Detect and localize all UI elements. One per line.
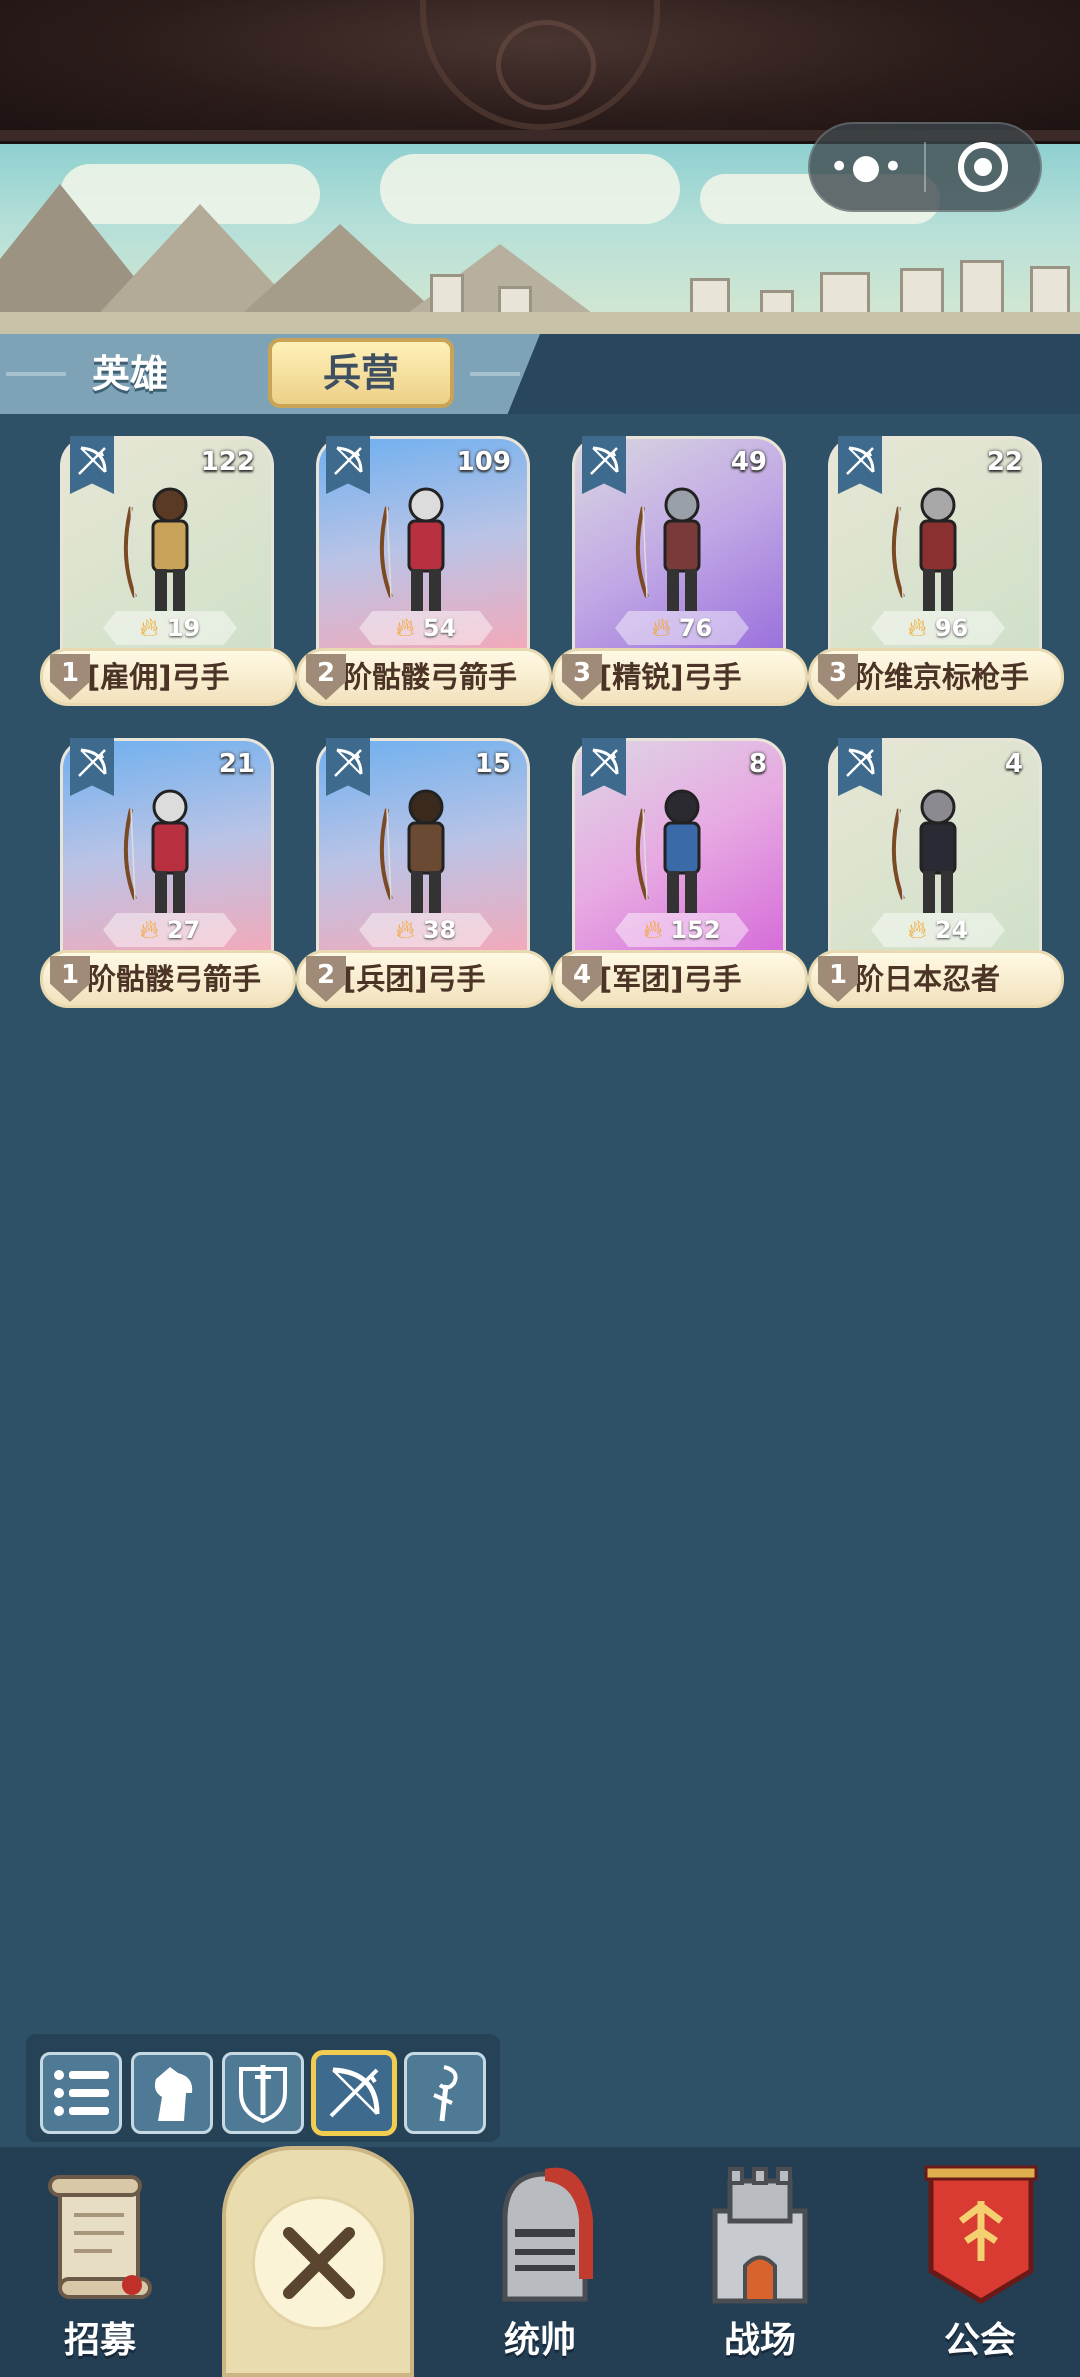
unit-card[interactable]: 🔥︎ 76 49 [精锐]弓手 3	[552, 436, 808, 721]
guild-banner-icon	[924, 2165, 1038, 2304]
unit-figure	[627, 779, 737, 929]
unit-name: 阶日本忍者	[855, 962, 1001, 996]
flame-icon: 🔥︎	[907, 914, 927, 945]
unit-power: 19	[166, 614, 201, 642]
unit-card[interactable]: 🔥︎ 19 122 [雇佣]弓手 1	[40, 436, 296, 721]
tab-hero[interactable]: 英雄	[40, 340, 220, 408]
staff-icon[interactable]	[404, 2052, 486, 2134]
unit-power: 76	[678, 614, 713, 642]
nav-commander-label: 统帅	[503, 2320, 576, 2361]
flame-icon: 🔥︎	[139, 612, 159, 643]
list-icon[interactable]	[40, 2052, 122, 2134]
mini-program-capsule: •●•	[808, 122, 1042, 212]
helmet-icon	[502, 2167, 593, 2302]
unit-figure	[371, 477, 481, 627]
unit-card[interactable]: 🔥︎ 54 109 阶骷髅弓箭手 2	[296, 436, 552, 721]
unit-name: 阶骷髅弓箭手	[343, 660, 518, 694]
unit-count: 22	[986, 447, 1023, 477]
power-badge: 🔥︎ 27	[103, 913, 237, 947]
unit-count: 109	[456, 447, 511, 477]
nav-center-close[interactable]	[222, 2146, 414, 2377]
nav-recruit-label: 招募	[63, 2320, 136, 2361]
castle-icon	[712, 2167, 808, 2304]
unit-name: [军团]弓手	[599, 962, 742, 996]
nav-commander[interactable]: 统帅	[450, 2147, 630, 2377]
close-icon[interactable]	[252, 2196, 386, 2330]
tab-barracks[interactable]: 兵营	[268, 338, 454, 408]
unit-figure	[883, 779, 993, 929]
unit-count: 15	[474, 749, 511, 779]
unit-count: 122	[200, 447, 255, 477]
power-badge: 🔥︎ 24	[871, 913, 1005, 947]
horse-icon[interactable]	[131, 2052, 213, 2134]
game-screen: •●• 英雄 兵营 🔥︎ 19 122 [雇佣]弓手 1 🔥︎ 54 109 阶骷髅弓箭手 2 🔥︎…	[0, 0, 1080, 2377]
unit-name: [雇佣]弓手	[87, 660, 230, 694]
unit-name: [兵团]弓手	[343, 962, 486, 996]
unit-power: 152	[670, 916, 721, 944]
unit-power: 38	[422, 916, 457, 944]
unit-figure	[371, 779, 481, 929]
power-badge: 🔥︎ 96	[871, 611, 1005, 645]
unit-card[interactable]: 🔥︎ 27 21 阶骷髅弓箭手 1	[40, 738, 296, 1023]
unit-power: 27	[166, 916, 201, 944]
nav-guild[interactable]: 公会	[890, 2147, 1070, 2377]
unit-card[interactable]: 🔥︎ 24 4 阶日本忍者 1	[808, 738, 1064, 1023]
tab-bar: 英雄 兵营	[0, 334, 1080, 414]
power-badge: 🔥︎ 54	[359, 611, 493, 645]
class-filter-bar	[26, 2034, 500, 2142]
power-badge: 🔥︎ 19	[103, 611, 237, 645]
nav-guild-label: 公会	[943, 2320, 1016, 2361]
unit-figure	[115, 477, 225, 627]
power-badge: 🔥︎ 152	[615, 913, 749, 947]
unit-figure	[883, 477, 993, 627]
shield-sword-icon[interactable]	[222, 2052, 304, 2134]
nav-battlefield[interactable]: 战场	[670, 2147, 850, 2377]
target-icon[interactable]	[926, 142, 1040, 192]
flame-icon: 🔥︎	[395, 612, 415, 643]
flame-icon: 🔥︎	[139, 914, 159, 945]
unit-figure	[115, 779, 225, 929]
scroll-icon	[48, 2175, 152, 2299]
unit-card[interactable]: 🔥︎ 96 22 阶维京标枪手 3	[808, 436, 1064, 721]
top-ornament	[0, 0, 1080, 140]
unit-power: 96	[934, 614, 969, 642]
unit-power: 54	[422, 614, 457, 642]
flame-icon: 🔥︎	[643, 914, 663, 945]
unit-figure	[627, 477, 737, 627]
bottom-nav: 招募 统帅 战场 公会	[0, 2147, 1080, 2377]
unit-name: 阶维京标枪手	[855, 660, 1030, 694]
nav-recruit[interactable]: 招募	[10, 2147, 190, 2377]
unit-name: [精锐]弓手	[599, 660, 742, 694]
unit-count: 4	[1004, 749, 1023, 779]
unit-name: 阶骷髅弓箭手	[87, 962, 262, 996]
flame-icon: 🔥︎	[395, 914, 415, 945]
unit-card[interactable]: 🔥︎ 152 8 [军团]弓手 4	[552, 738, 808, 1023]
unit-card[interactable]: 🔥︎ 38 15 [兵团]弓手 2	[296, 738, 552, 1023]
unit-count: 8	[748, 749, 767, 779]
power-badge: 🔥︎ 76	[615, 611, 749, 645]
flame-icon: 🔥︎	[907, 612, 927, 643]
flame-icon: 🔥︎	[651, 612, 671, 643]
power-badge: 🔥︎ 38	[359, 913, 493, 947]
nav-battlefield-label: 战场	[723, 2320, 796, 2361]
unit-power: 24	[934, 916, 969, 944]
unit-count: 21	[218, 749, 255, 779]
bow-icon[interactable]	[313, 2052, 395, 2134]
unit-count: 49	[730, 447, 767, 477]
emblem-icon	[420, 0, 660, 130]
more-dots-icon[interactable]: •●•	[810, 147, 924, 187]
